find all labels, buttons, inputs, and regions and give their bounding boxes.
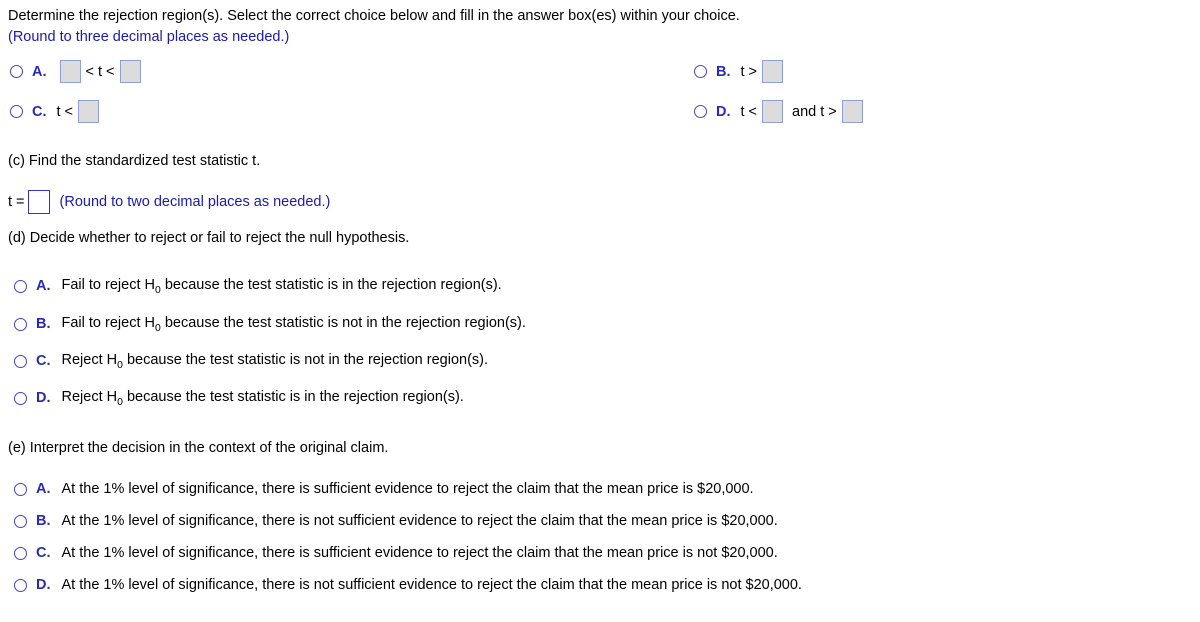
radio-interpretation-c[interactable]	[14, 546, 27, 560]
answer-box-d-lower[interactable]	[762, 100, 784, 123]
answer-box-a-lower[interactable]	[59, 60, 81, 83]
rounding-note-three-decimals: (Round to three decimal places as needed…	[8, 29, 290, 45]
choice-decision-c[interactable]: C. Reject H0 because the test statistic …	[14, 352, 488, 371]
interpretation-letter-c: C.	[36, 545, 51, 561]
choice-c-operator: t <	[56, 103, 74, 120]
choice-a-operator: < t <	[85, 63, 115, 80]
t-label: t =	[8, 194, 25, 210]
interpretation-text-b: At the 1% level of significance, there i…	[61, 513, 778, 529]
choice-b-operator: t >	[740, 63, 758, 80]
choice-d-operator-lower: t <	[740, 103, 758, 120]
part-d-heading: (d) Decide whether to reject or fail to …	[8, 230, 410, 246]
radio-decision-b[interactable]	[14, 317, 27, 331]
radio-rejection-region-a[interactable]	[10, 65, 23, 78]
radio-interpretation-d[interactable]	[14, 578, 27, 592]
decision-text-b: Fail to reject H0 because the test stati…	[61, 315, 526, 334]
choice-b-expression: t >	[740, 60, 788, 83]
part-c-answer-line: t = (Round to two decimal places as need…	[8, 190, 330, 214]
choice-decision-a[interactable]: A. Fail to reject H0 because the test st…	[14, 277, 502, 296]
decision-text-c: Reject H0 because the test statistic is …	[61, 352, 489, 371]
t-value-input[interactable]	[27, 190, 50, 214]
choice-d-operator-upper: and t >	[792, 103, 837, 120]
radio-rejection-region-c[interactable]	[10, 105, 23, 118]
answer-box-c[interactable]	[78, 100, 100, 123]
choice-letter-a: A.	[32, 63, 47, 80]
decision-letter-b: B.	[36, 316, 51, 333]
choice-rejection-region-a[interactable]: A. < t <	[10, 60, 145, 83]
interpretation-text-c: At the 1% level of significance, there i…	[61, 545, 778, 561]
choice-a-expression: < t <	[56, 60, 145, 83]
radio-interpretation-b[interactable]	[14, 514, 27, 528]
interpretation-letter-d: D.	[36, 577, 51, 593]
choice-letter-b: B.	[716, 63, 731, 80]
interpretation-letter-a: A.	[36, 481, 51, 497]
radio-decision-d[interactable]	[14, 391, 27, 405]
radio-interpretation-a[interactable]	[14, 482, 27, 496]
choice-decision-d[interactable]: D. Reject H0 because the test statistic …	[14, 389, 464, 408]
radio-decision-a[interactable]	[14, 279, 27, 293]
answer-box-a-upper[interactable]	[119, 60, 141, 83]
choice-interpretation-b[interactable]: B. At the 1% level of significance, ther…	[14, 513, 778, 529]
question-prompt: Determine the rejection region(s). Selec…	[8, 8, 740, 24]
choice-rejection-region-b[interactable]: B. t >	[694, 60, 787, 83]
rounding-note-two-decimals: (Round to two decimal places as needed.)	[59, 194, 331, 210]
decision-letter-a: A.	[36, 278, 51, 295]
part-c-heading: (c) Find the standardized test statistic…	[8, 153, 261, 169]
radio-rejection-region-b[interactable]	[694, 65, 707, 78]
interpretation-letter-b: B.	[36, 513, 51, 529]
decision-text-d: Reject H0 because the test statistic is …	[61, 389, 464, 408]
choice-rejection-region-d[interactable]: D. t < and t >	[694, 100, 867, 123]
choice-interpretation-c[interactable]: C. At the 1% level of significance, ther…	[14, 545, 778, 561]
answer-box-b[interactable]	[762, 60, 784, 83]
choice-rejection-region-c[interactable]: C. t <	[10, 100, 103, 123]
decision-letter-d: D.	[36, 390, 51, 407]
choice-interpretation-d[interactable]: D. At the 1% level of significance, ther…	[14, 577, 802, 593]
interpretation-text-d: At the 1% level of significance, there i…	[61, 577, 802, 593]
choice-interpretation-a[interactable]: A. At the 1% level of significance, ther…	[14, 481, 754, 497]
answer-box-d-upper[interactable]	[841, 100, 863, 123]
choice-c-expression: t <	[56, 100, 104, 123]
decision-letter-c: C.	[36, 353, 51, 370]
choice-decision-b[interactable]: B. Fail to reject H0 because the test st…	[14, 315, 526, 334]
interpretation-text-a: At the 1% level of significance, there i…	[61, 481, 754, 497]
decision-text-a: Fail to reject H0 because the test stati…	[61, 277, 502, 296]
choice-d-expression: t < and t >	[740, 100, 867, 123]
choice-letter-c: C.	[32, 103, 47, 120]
part-e-heading: (e) Interpret the decision in the contex…	[8, 440, 389, 456]
choice-letter-d: D.	[716, 103, 731, 120]
radio-rejection-region-d[interactable]	[694, 105, 707, 118]
radio-decision-c[interactable]	[14, 354, 27, 368]
